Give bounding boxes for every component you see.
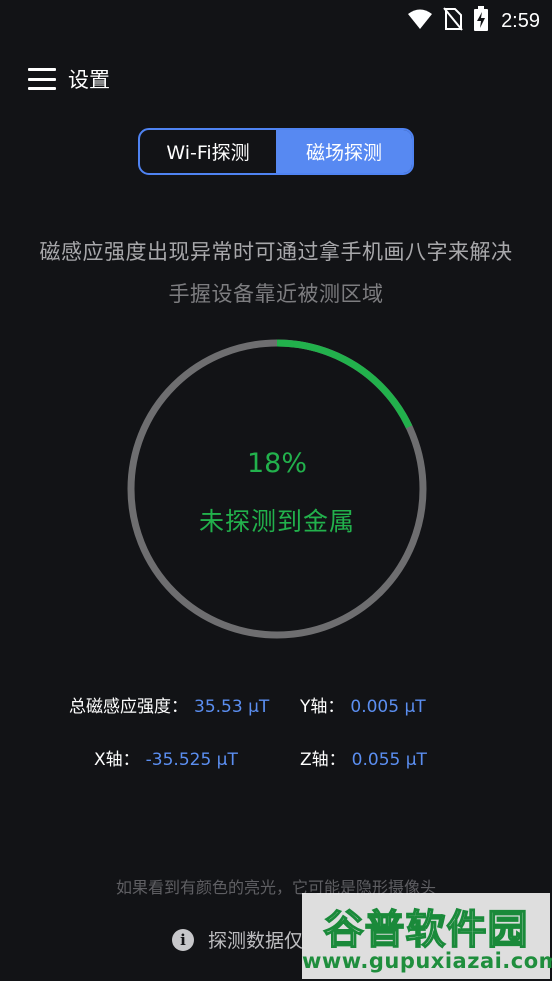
reading-y-label: Y轴：: [300, 697, 345, 717]
usage-hint: 手握设备靠近被测区域: [168, 282, 384, 306]
wifi-icon: [407, 8, 433, 34]
info-icon: i: [172, 928, 194, 951]
watermark-title: 谷普软件园: [323, 906, 529, 954]
gauge-progress-arc: [276, 339, 413, 429]
battery-charging-icon: [473, 6, 489, 36]
mode-tabs: Wi-Fi探测 磁场探测: [138, 128, 414, 175]
reading-x: X轴： -35.525 μT: [94, 745, 238, 770]
reading-z-value: 0.055 μT: [351, 750, 427, 770]
data-disclaimer[interactable]: i 探测数据仅: [172, 926, 303, 953]
tab-wifi-detect[interactable]: Wi-Fi探测: [140, 130, 276, 173]
reading-y: Y轴： 0.005 μT: [300, 692, 426, 717]
tab-magnetic-detect[interactable]: 磁场探测: [276, 130, 412, 173]
calibration-hint: 磁感应强度出现异常时可通过拿手机画八字来解决: [39, 240, 513, 264]
reading-z-label: Z轴：: [300, 750, 346, 770]
gauge-percent: 18%: [246, 448, 307, 479]
app-title: 设置: [68, 68, 110, 92]
status-icons: 2:59: [407, 6, 540, 36]
magnetic-gauge: 18% 未探测到金属: [126, 338, 428, 640]
reading-total-label: 总磁感应强度：: [69, 697, 188, 717]
reading-x-value: -35.525 μT: [145, 750, 238, 770]
status-bar: 2:59: [0, 0, 552, 38]
watermark-logo: 谷普软件园 www.gupuxiazai.com: [302, 893, 552, 979]
reading-total-value: 35.53 μT: [194, 697, 270, 717]
status-time: 2:59: [501, 9, 540, 32]
reading-x-label: X轴：: [94, 750, 140, 770]
data-disclaimer-text: 探测数据仅: [208, 930, 304, 952]
hamburger-menu-icon[interactable]: [28, 68, 56, 90]
no-sim-icon: [443, 7, 463, 35]
reading-total: 总磁感应强度： 35.53 μT: [69, 692, 269, 717]
watermark-url: www.gupuxiazai.com: [302, 949, 552, 973]
app-bar: 设置: [28, 56, 110, 102]
reading-z: Z轴： 0.055 μT: [300, 745, 427, 770]
detection-status: 未探测到金属: [198, 507, 355, 536]
reading-y-value: 0.005 μT: [350, 697, 426, 717]
